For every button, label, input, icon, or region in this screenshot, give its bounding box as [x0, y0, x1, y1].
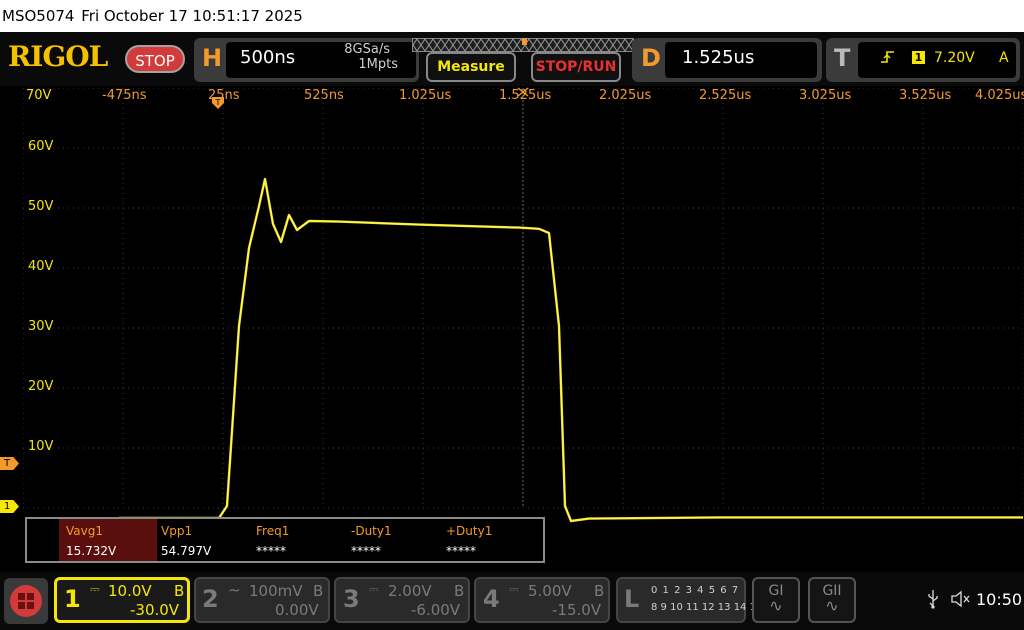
- measurement-header: Vpp1: [161, 524, 193, 538]
- rigol-logo: RIGOL: [8, 40, 108, 73]
- measurement-value: *****: [256, 544, 286, 558]
- decoder-wave-icon: ∿: [769, 596, 783, 615]
- mute-icon[interactable]: [950, 590, 972, 608]
- measurement-value: *****: [446, 544, 476, 558]
- channel-4-offset: -15.0V: [552, 601, 602, 619]
- logic-channels-row1: 0 1 2 3 4 5 6 7: [651, 585, 740, 596]
- channel-1-scale: 10.0V: [108, 582, 152, 600]
- ac-coupling-icon: ∼: [228, 581, 241, 599]
- usb-icon: [928, 590, 938, 609]
- grid: [23, 88, 1023, 509]
- title-bar: MSO5074 Fri October 17 10:51:17 2025: [0, 0, 1024, 32]
- channel-4-number: 4: [483, 585, 500, 613]
- measurement-value: *****: [351, 544, 381, 558]
- measurement-header: -Duty1: [351, 524, 392, 538]
- ch1-waveform-glow: [119, 178, 1023, 522]
- channel-3-offset: -6.00V: [411, 601, 461, 619]
- memory-depth: 1Mpts: [358, 57, 398, 72]
- channel-1-offset: -30.0V: [130, 601, 180, 619]
- home-button[interactable]: [4, 578, 48, 624]
- measure-button[interactable]: Measure: [426, 52, 516, 82]
- trigger-level: 7.20V: [934, 50, 975, 66]
- channel-4-bw: B: [594, 582, 605, 600]
- dc-coupling-icon: ⎓: [90, 582, 100, 596]
- logic-analyzer-letter: L: [624, 585, 640, 613]
- dc-coupling-icon: ⎓: [369, 582, 379, 596]
- clock: 10:50: [976, 590, 1023, 609]
- dc-coupling-icon: ⎓: [509, 582, 519, 596]
- measurement-header: Vavg1: [66, 524, 103, 538]
- delay-marker-icon: [517, 87, 529, 97]
- channel-1-number: 1: [64, 585, 81, 613]
- channel-3-number: 3: [343, 585, 360, 613]
- ch1-ground-marker[interactable]: 1: [0, 500, 19, 513]
- measurement-header: Freq1: [256, 524, 290, 538]
- model-name: MSO5074: [2, 7, 75, 25]
- channel-1-bw: B: [174, 582, 185, 600]
- ch1-waveform: [119, 177, 1023, 523]
- trigger-level-marker[interactable]: T: [0, 457, 19, 470]
- decoder-wave-icon: ∿: [825, 596, 839, 615]
- waveform-display[interactable]: [23, 88, 1023, 568]
- trigger-source-badge: 1: [912, 51, 925, 64]
- channel-2-offset: 0.00V: [275, 601, 319, 619]
- channel-3-scale: 2.00V: [388, 582, 432, 600]
- channel-2-scale: 100mV: [249, 582, 303, 600]
- channel-2-number: 2: [202, 585, 219, 613]
- trigger-mode: A: [999, 50, 1009, 66]
- memory-window-marker: [522, 38, 527, 45]
- logic-channels-row2: 8 9 10 11 12 13 14 15: [651, 602, 763, 613]
- delay-letter: D: [641, 44, 661, 72]
- svg-text:T: T: [215, 98, 221, 107]
- channel-4-scale: 5.00V: [528, 582, 572, 600]
- trigger-position-marker[interactable]: T: [211, 96, 225, 110]
- channel-2-bw: B: [313, 582, 324, 600]
- decoder-1-button[interactable]: GI ∿: [752, 577, 800, 623]
- trigger-letter: T: [834, 44, 851, 72]
- measurement-value: 15.732V: [66, 544, 117, 558]
- decoder-2-button[interactable]: GII ∿: [808, 577, 856, 623]
- horizontal-letter: H: [202, 44, 223, 72]
- voltage-label: 50V: [28, 199, 54, 214]
- measurement-value: 54.797V: [161, 544, 212, 558]
- menu-grid-icon: [10, 585, 42, 617]
- timebase-value: 500ns: [240, 47, 296, 68]
- voltage-label: 40V: [28, 259, 54, 274]
- rising-edge-icon: [881, 51, 894, 63]
- measurement-header: +Duty1: [446, 524, 493, 538]
- voltage-label: 30V: [28, 319, 54, 334]
- voltage-label: 10V: [28, 439, 54, 454]
- run-state-button[interactable]: STOP: [125, 45, 185, 73]
- voltage-label: 20V: [28, 379, 54, 394]
- channel-3-bw: B: [454, 582, 465, 600]
- stop-run-button[interactable]: STOP/RUN: [531, 52, 621, 82]
- sample-rate: 8GSa/s: [344, 42, 390, 57]
- date-time: Fri October 17 10:51:17 2025: [81, 7, 303, 25]
- voltage-label: 60V: [28, 139, 54, 154]
- delay-value: 1.525us: [682, 47, 755, 68]
